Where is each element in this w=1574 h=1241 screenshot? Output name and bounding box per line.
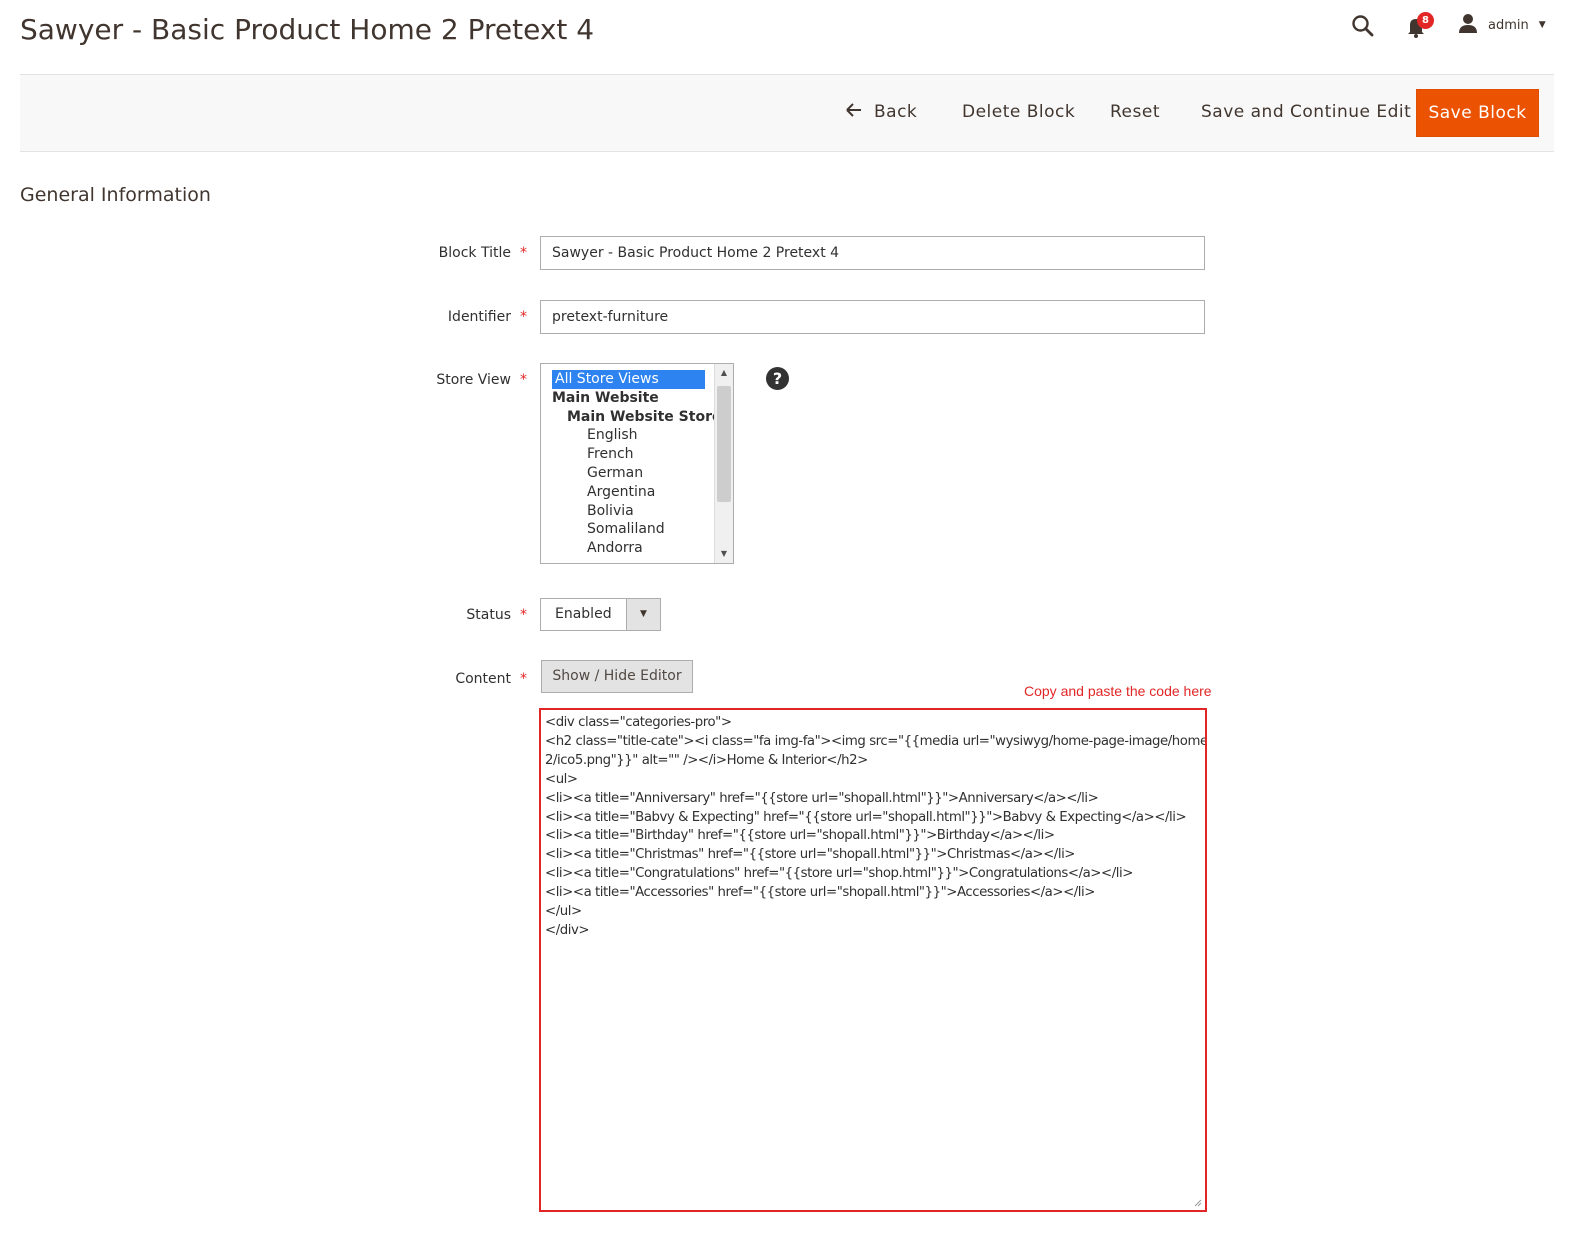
chevron-down-icon: ▼	[1538, 20, 1546, 30]
code-line: <h2 class="title-cate"><i class="fa img-…	[545, 733, 1207, 749]
user-menu[interactable]: admin ▼	[1458, 14, 1546, 36]
scrollbar-thumb[interactable]	[717, 386, 731, 502]
code-line: <li><a title="Accessories" href="{{store…	[545, 885, 1095, 901]
back-button[interactable]: Back	[846, 89, 917, 135]
block-title-label: Block Title	[438, 245, 511, 261]
save-block-button[interactable]: Save Block	[1416, 89, 1539, 137]
notification-badge[interactable]: 8	[1417, 12, 1434, 29]
scroll-up-icon[interactable]: ▲	[715, 364, 733, 382]
code-line: </ul>	[545, 904, 582, 920]
search-icon[interactable]	[1350, 13, 1376, 39]
store-view-option[interactable]: Argentina	[541, 483, 717, 502]
store-view-option[interactable]: German	[541, 464, 717, 483]
status-label: Status	[466, 607, 511, 623]
store-view-option[interactable]: Main Website	[541, 389, 717, 408]
required-mark: *	[520, 607, 527, 623]
store-view-option[interactable]: French	[541, 445, 717, 464]
store-view-option[interactable]: Andorra	[541, 539, 717, 558]
store-view-multiselect[interactable]: All Store Views Main Website Main Website …	[540, 363, 734, 564]
status-select[interactable]: Enabled ▼	[540, 598, 661, 631]
store-view-option[interactable]: All Store Views	[552, 370, 705, 389]
show-hide-editor-button[interactable]: Show / Hide Editor	[541, 660, 693, 693]
identifier-label: Identifier	[447, 309, 511, 325]
store-view-option[interactable]: Somaliland	[541, 520, 717, 539]
required-mark: *	[520, 245, 527, 261]
scrollbar[interactable]: ▲ ▼	[714, 364, 733, 563]
required-mark: *	[520, 671, 527, 687]
code-line: 2/ico5.png"}}" alt="" /></i>Home & Inter…	[545, 752, 868, 768]
save-and-continue-button[interactable]: Save and Continue Edit	[1201, 89, 1411, 135]
code-line: <li><a title="Congratulations" href="{{s…	[545, 866, 1133, 882]
required-mark: *	[520, 309, 527, 325]
code-line: <li><a title="Anniversary" href="{{store…	[545, 790, 1099, 806]
store-view-options: All Store Views Main Website Main Website …	[541, 364, 721, 558]
code-line: <div class="categories-pro">	[545, 715, 732, 730]
required-mark: *	[520, 372, 527, 388]
store-view-option[interactable]: English	[541, 426, 717, 445]
annotation-text: Copy and paste the code here	[1024, 683, 1212, 699]
content-label: Content	[455, 671, 511, 687]
page-title: Sawyer - Basic Product Home 2 Pretext 4	[20, 13, 595, 46]
back-button-label: Back	[874, 102, 918, 122]
arrow-left-icon	[846, 89, 862, 135]
reset-button[interactable]: Reset	[1110, 89, 1160, 135]
code-line: <li><a title="Birthday" href="{{store ur…	[545, 828, 1055, 844]
status-value: Enabled	[555, 606, 612, 622]
chevron-down-icon[interactable]: ▼	[626, 599, 660, 630]
user-icon	[1458, 13, 1478, 37]
store-view-label: Store View	[436, 372, 511, 388]
section-title: General Information	[20, 184, 211, 206]
help-icon[interactable]: ?	[766, 367, 789, 390]
user-name: admin	[1488, 17, 1529, 33]
content-textarea[interactable]: <div class="categories-pro"> <h2 class="t…	[539, 708, 1207, 1212]
store-view-option[interactable]: Main Website Store	[541, 408, 721, 427]
store-view-option[interactable]: Bolivia	[541, 502, 717, 521]
code-line: </div>	[545, 922, 590, 938]
code-line: <ul>	[545, 771, 578, 787]
scroll-down-icon[interactable]: ▼	[715, 545, 733, 563]
identifier-input[interactable]: pretext-furniture	[540, 300, 1205, 334]
code-line: <li><a title="Christmas" href="{{store u…	[545, 847, 1076, 863]
block-title-input[interactable]: Sawyer - Basic Product Home 2 Pretext 4	[540, 236, 1205, 270]
code-line: <li><a title="Babvy & Expecting" href="{…	[545, 809, 1187, 825]
delete-block-button[interactable]: Delete Block	[962, 89, 1075, 135]
resize-handle-icon[interactable]	[1192, 1197, 1202, 1207]
